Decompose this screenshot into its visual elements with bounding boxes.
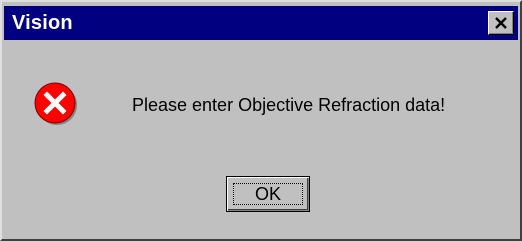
error-icon	[34, 82, 77, 125]
ok-button-label: OK	[254, 184, 281, 204]
message-dialog: Vision Please enter Objective Refraction…	[0, 0, 522, 241]
ok-button[interactable]: OK	[226, 176, 310, 212]
title-bar[interactable]: Vision	[4, 6, 518, 40]
window-title: Vision	[12, 12, 73, 34]
error-message: Please enter Objective Refraction data!	[132, 95, 446, 115]
close-button[interactable]	[488, 11, 514, 35]
close-icon	[495, 17, 507, 29]
